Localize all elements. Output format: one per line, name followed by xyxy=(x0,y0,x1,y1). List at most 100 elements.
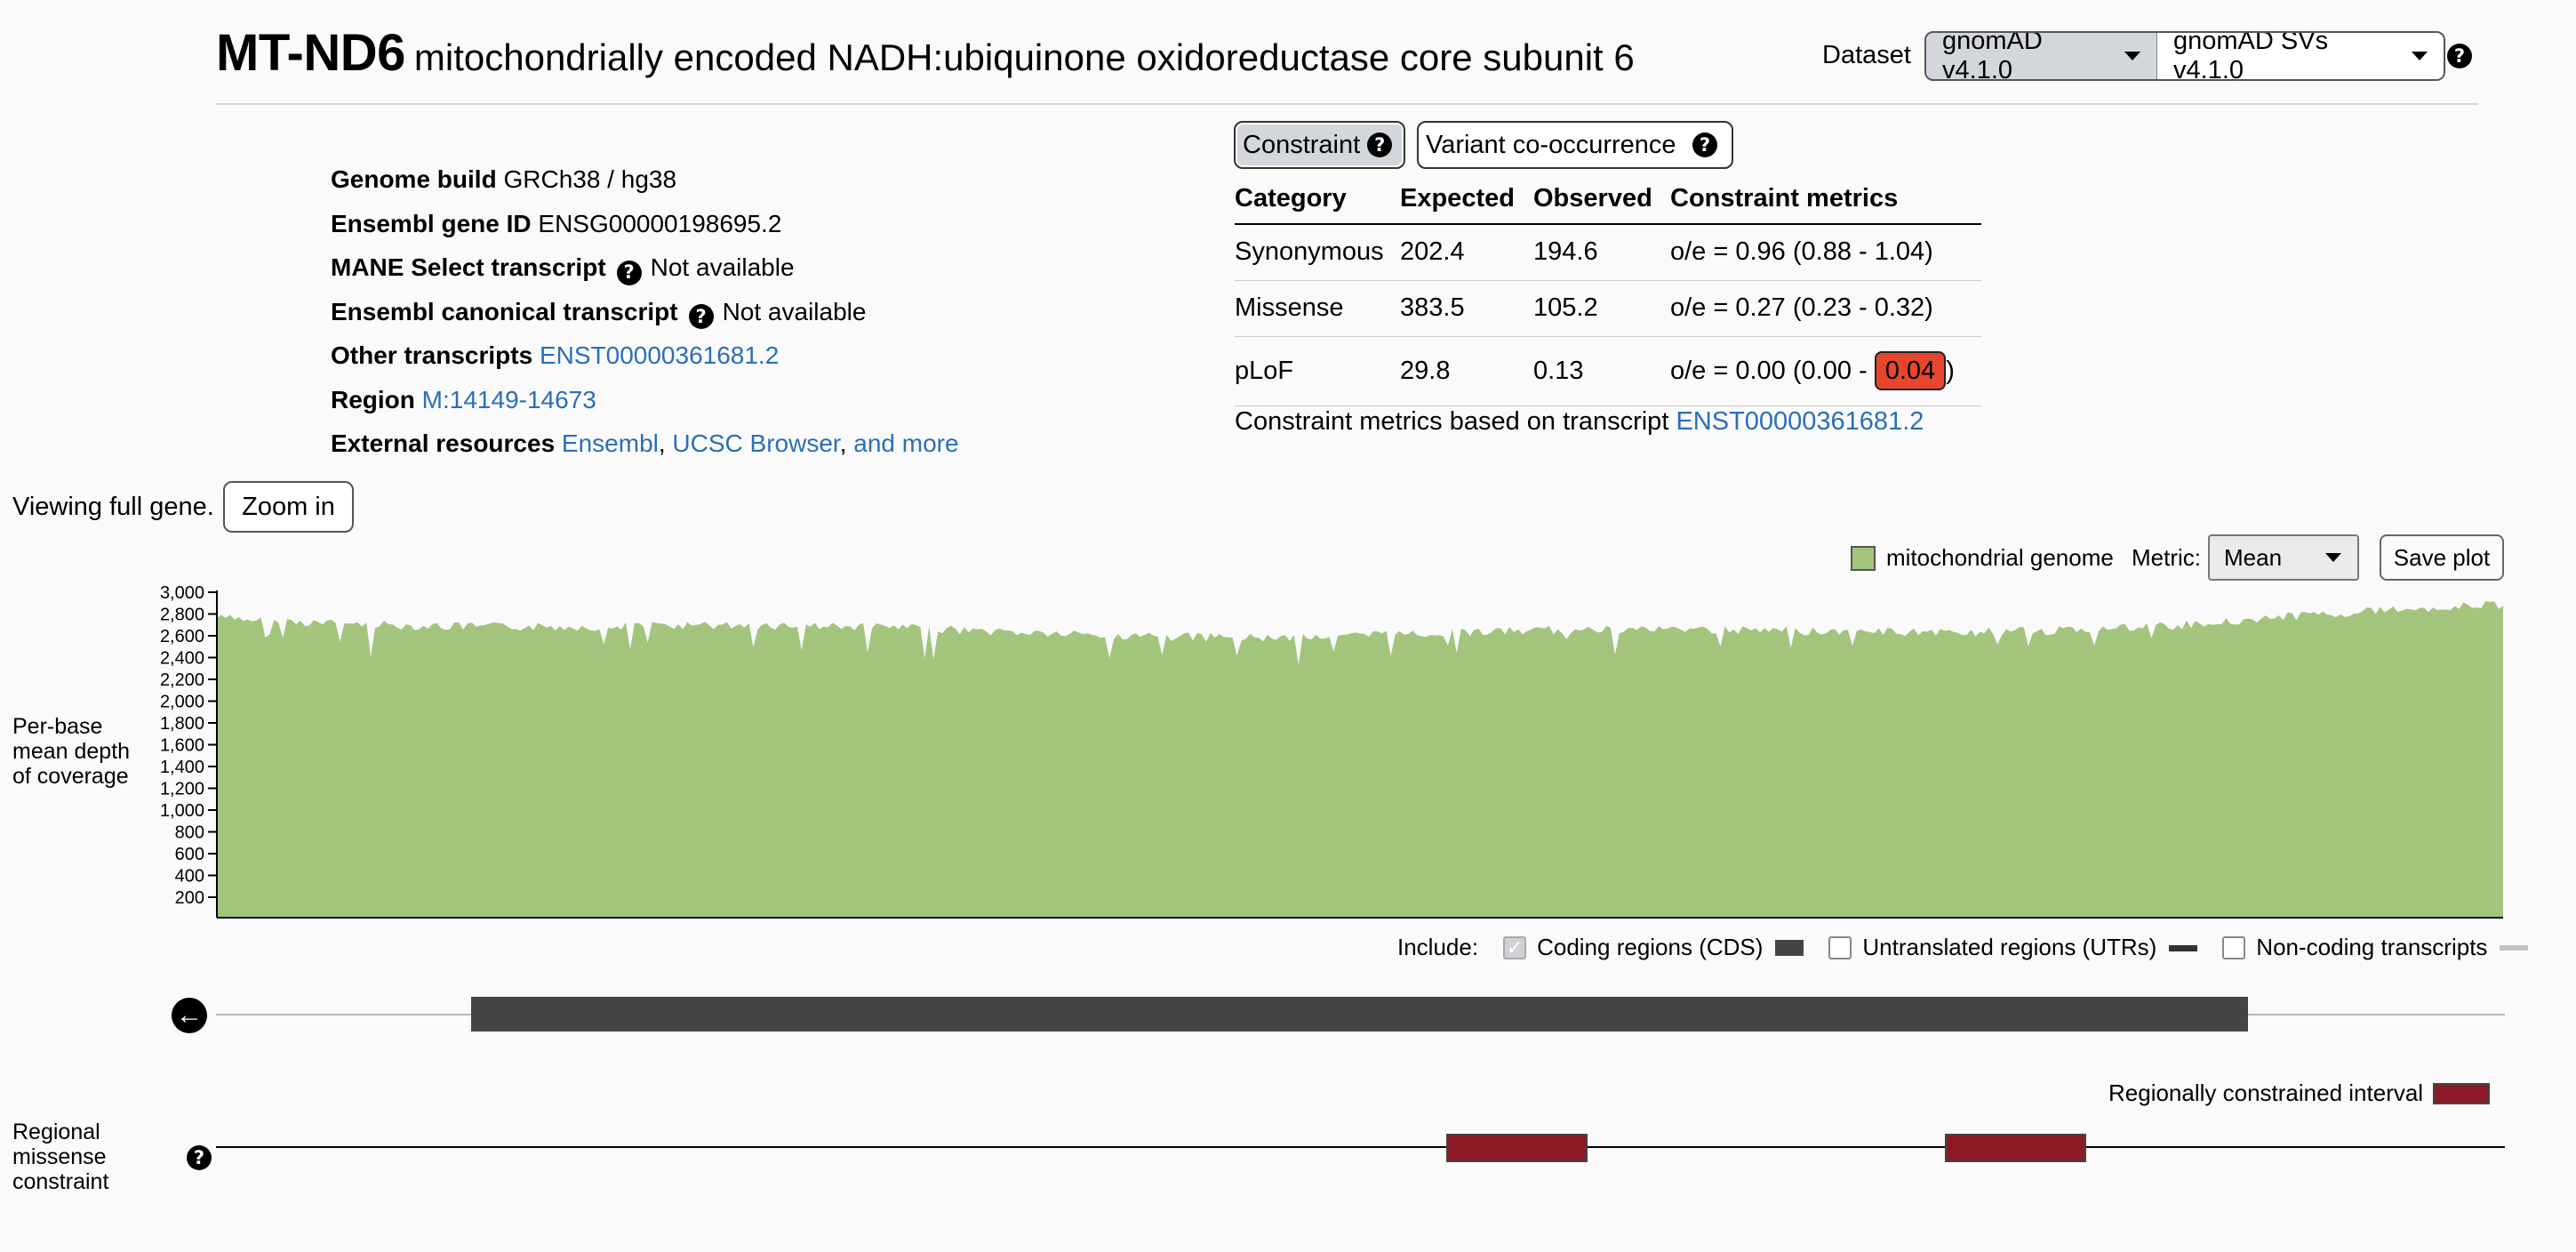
zoom-in-button[interactable]: Zoom in xyxy=(223,481,354,533)
coverage-plot: 3,000 2,800 2,600 2,4002,200 2,000 1,8001,600… xyxy=(160,583,2503,919)
more-links[interactable]: and more xyxy=(853,429,958,457)
dataset-primary-dropdown[interactable]: gnomAD v4.1.0 xyxy=(1926,33,2157,79)
coverage-area xyxy=(217,601,2503,918)
ucsc-browser-link[interactable]: UCSC Browser xyxy=(672,429,839,457)
constrained-interval[interactable] xyxy=(1446,1134,1588,1162)
observed-cell: 194.6 xyxy=(1533,224,1670,281)
other-transcript-link[interactable]: ENST00000361681.2 xyxy=(540,341,779,369)
rc-legend-swatch xyxy=(2433,1083,2490,1104)
external-resources-label: External resources xyxy=(331,429,556,457)
table-row: Missense 383.5 105.2 o/e = 0.27 (0.23 - … xyxy=(1235,280,1981,337)
coverage-axis-title: Per-base mean depth of coverage xyxy=(12,714,130,789)
table-header-row: Category Expected Observed Constraint me… xyxy=(1235,173,1981,225)
checkbox-checked[interactable]: ✓ xyxy=(1503,935,1527,959)
region-link[interactable]: M:14149-14673 xyxy=(422,386,596,413)
regional-constraint-track xyxy=(216,1134,2505,1162)
caret-down-icon xyxy=(2325,553,2341,562)
y-tick-label: 1,200 xyxy=(160,780,204,799)
canonical-help-icon[interactable]: ? xyxy=(688,304,714,330)
include-noncoding-label: Non-coding transcripts xyxy=(2256,934,2488,960)
y-axis: 3,000 2,800 2,600 2,4002,200 2,000 1,8001,600… xyxy=(160,583,217,908)
metric-cell: o/e = 0.96 (0.88 - 1.04) xyxy=(1670,224,1981,281)
expected-cell: 383.5 xyxy=(1400,280,1533,337)
metric-cell: o/e = 0.00 (0.00 - 0.04) xyxy=(1670,336,1981,406)
constrained-interval[interactable] xyxy=(1945,1134,2086,1162)
region-label: Region xyxy=(331,385,415,413)
constraint-note-text: Constraint metrics based on transcript xyxy=(1235,407,1669,436)
column-header: Category xyxy=(1235,173,1400,225)
caret-down-icon xyxy=(2412,52,2428,60)
y-tick-label: 2,400 xyxy=(160,649,204,669)
cds-swatch xyxy=(1775,939,1804,956)
include-noncoding-toggle[interactable]: Non-coding transcripts xyxy=(2222,934,2529,961)
y-tick-label: 2,600 xyxy=(160,627,204,646)
checkbox-unchecked[interactable] xyxy=(1828,935,1852,959)
constraint-table: Category Expected Observed Constraint me… xyxy=(1235,173,1981,406)
checkbox-unchecked[interactable] xyxy=(2222,935,2246,959)
dataset-help-icon[interactable]: ? xyxy=(2447,44,2472,68)
other-transcripts-row: Other transcripts ENST00000361681.2 xyxy=(331,333,959,378)
expected-cell: 202.4 xyxy=(1400,224,1533,281)
include-cds-label: Coding regions (CDS) xyxy=(1537,934,1764,960)
table-row: Synonymous 202.4 194.6 o/e = 0.96 (0.88 … xyxy=(1235,224,1981,281)
metric-suffix: ) xyxy=(1946,356,1955,385)
y-tick-label: 1,000 xyxy=(160,801,204,821)
dataset-primary-label: gnomAD v4.1.0 xyxy=(1942,31,2043,81)
include-toggles: Include: ✓ Coding regions (CDS) Untransl… xyxy=(1397,934,2529,961)
ensembl-id-label: Ensembl gene ID xyxy=(331,209,532,237)
page-title: MT-ND6 mitochondrially encoded NADH:ubiqu… xyxy=(216,23,1635,83)
axis-title-line: mean depth xyxy=(12,739,131,764)
include-utr-label: Untranslated regions (UTRs) xyxy=(1862,934,2157,960)
constraint-help-icon[interactable]: ? xyxy=(1367,132,1393,157)
y-tick-label: 200 xyxy=(175,888,204,908)
y-tick-label: 2,800 xyxy=(160,606,204,625)
dataset-secondary-dropdown[interactable]: gnomAD SVs v4.1.0 xyxy=(2157,33,2444,79)
genome-build-value: GRCh38 / hg38 xyxy=(503,165,677,193)
expected-cell: 29.8 xyxy=(1400,336,1533,406)
cooccurrence-help-icon[interactable]: ? xyxy=(1692,132,1717,157)
ensembl-id-row: Ensembl gene ID ENSG00000198695.2 xyxy=(331,202,959,246)
metric-label: Metric: xyxy=(2132,544,2201,571)
y-tick-label: 800 xyxy=(175,823,204,843)
tab-constraint-label: Constraint xyxy=(1243,130,1361,159)
tab-constraint[interactable]: Constraint ? xyxy=(1234,121,1405,169)
transcript-track xyxy=(216,997,2505,1031)
utr-swatch xyxy=(2169,944,2198,951)
axis-title-line: of coverage xyxy=(12,764,129,789)
external-resources-row: External resources Ensembl, UCSC Browser… xyxy=(331,421,959,466)
genome-build-label: Genome build xyxy=(331,165,497,193)
y-tick-label: 2,200 xyxy=(160,670,204,690)
include-utr-toggle[interactable]: Untranslated regions (UTRs) xyxy=(1828,934,2198,961)
gene-attributes: Genome build GRCh38 / hg38 Ensembl gene … xyxy=(331,157,959,466)
ensembl-link[interactable]: Ensembl xyxy=(562,429,659,457)
canonical-row: Ensembl canonical transcript? Not availab… xyxy=(331,290,959,334)
category-cell: Missense xyxy=(1235,280,1400,337)
y-tick-label: 600 xyxy=(175,845,204,864)
dataset-label: Dataset xyxy=(1822,41,1911,69)
include-cds-toggle[interactable]: ✓ Coding regions (CDS) xyxy=(1503,934,1804,961)
tab-variant-cooccurrence[interactable]: Variant co-occurrence ? xyxy=(1417,121,1733,169)
cds-exon[interactable] xyxy=(471,997,2248,1031)
y-tick-label: 1,400 xyxy=(160,758,204,777)
y-tick-label: 2,000 xyxy=(160,693,204,712)
axis-title-line: Per-base xyxy=(12,714,103,739)
rc-legend-label: Regionally constrained interval xyxy=(2108,1079,2424,1106)
metric-flag-badge: 0.04 xyxy=(1874,350,1947,390)
dataset-selector: gnomAD v4.1.0 gnomAD SVs v4.1.0 xyxy=(1924,31,2445,81)
observed-cell: 105.2 xyxy=(1533,280,1670,337)
table-row: pLoF 29.8 0.13 o/e = 0.00 (0.00 - 0.04) xyxy=(1235,336,1981,406)
mane-label: MANE Select transcript xyxy=(331,253,606,281)
category-cell: pLoF xyxy=(1235,336,1400,406)
mane-help-icon[interactable]: ? xyxy=(616,260,642,285)
save-plot-button[interactable]: Save plot xyxy=(2380,534,2504,581)
constraint-transcript-link[interactable]: ENST00000361681.2 xyxy=(1676,407,1924,436)
gene-full-name: mitochondrially encoded NADH:ubiquinone … xyxy=(413,36,1635,78)
metric-select[interactable]: Mean xyxy=(2208,534,2359,581)
arrow-left-circle-icon[interactable]: ← xyxy=(172,998,207,1033)
category-cell: Synonymous xyxy=(1235,224,1400,281)
viewing-text: Viewing full gene. xyxy=(12,493,214,521)
column-header: Constraint metrics xyxy=(1670,173,1981,225)
y-tick-label: 1,600 xyxy=(160,736,204,756)
constraint-note: Constraint metrics based on transcript E… xyxy=(1235,407,1924,437)
region-row: Region M:14149-14673 xyxy=(331,378,959,422)
